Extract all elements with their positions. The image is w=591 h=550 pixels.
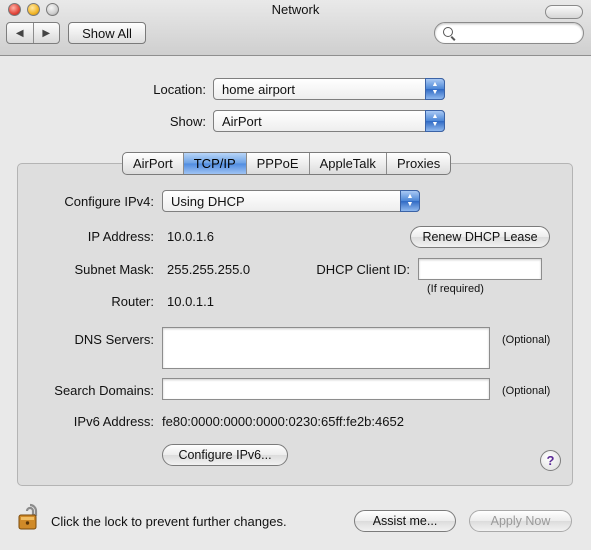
- question-mark-icon: ?: [546, 453, 555, 468]
- router-label: Router:: [111, 294, 154, 309]
- assist-me-button[interactable]: Assist me...: [354, 510, 456, 532]
- dns-optional-note: (Optional): [502, 334, 551, 346]
- popup-arrows-icon: ▲ ▼: [425, 78, 445, 100]
- configure-ipv4-label: Configure IPv4:: [64, 194, 154, 209]
- ipv6-address-value: fe80:0000:0000:0000:0230:65ff:fe2b:4652: [162, 414, 404, 429]
- ip-address-value: 10.0.1.6: [167, 229, 214, 244]
- back-forward-control: ◀ ▶: [6, 22, 60, 44]
- tab-airport[interactable]: AirPort: [123, 153, 184, 174]
- tab-appletalk[interactable]: AppleTalk: [310, 153, 387, 174]
- location-value: home airport: [222, 81, 295, 97]
- tab-proxies[interactable]: Proxies: [387, 153, 450, 174]
- location-label: Location:: [153, 82, 206, 97]
- search-domains-label: Search Domains:: [54, 383, 154, 398]
- forward-arrow-icon[interactable]: ▶: [34, 23, 60, 43]
- network-preferences-window: Network ◀ ▶ Show All Location: home airp…: [0, 0, 591, 550]
- router-value: 10.0.1.1: [167, 294, 214, 309]
- dhcp-client-id-field[interactable]: [418, 258, 542, 280]
- tab-tcpip[interactable]: TCP/IP: [183, 153, 247, 174]
- back-arrow-icon[interactable]: ◀: [7, 23, 34, 43]
- apply-now-button[interactable]: Apply Now: [469, 510, 572, 532]
- search-field[interactable]: [434, 22, 584, 44]
- renew-dhcp-lease-button[interactable]: Renew DHCP Lease: [410, 226, 550, 248]
- show-label: Show:: [169, 114, 206, 129]
- toolbar: Network ◀ ▶ Show All: [0, 0, 591, 56]
- dhcp-client-id-label: DHCP Client ID:: [316, 262, 410, 277]
- configure-ipv4-popup[interactable]: Using DHCP ▲ ▼: [162, 190, 420, 212]
- magnifying-glass-icon: [443, 27, 453, 37]
- configure-ipv4-value: Using DHCP: [171, 193, 245, 209]
- subnet-mask-label: Subnet Mask:: [74, 262, 155, 277]
- subnet-mask-value: 255.255.255.0: [167, 262, 251, 277]
- show-all-button[interactable]: Show All: [68, 22, 146, 44]
- popup-arrows-icon: ▲ ▼: [425, 110, 445, 132]
- location-popup[interactable]: home airport ▲ ▼: [213, 78, 445, 100]
- dns-servers-field[interactable]: [162, 327, 490, 369]
- ip-address-label: IP Address:: [87, 229, 154, 244]
- show-value: AirPort: [222, 113, 262, 129]
- tab-bar: AirPort TCP/IP PPPoE AppleTalk Proxies: [122, 152, 452, 175]
- tab-pppoe[interactable]: PPPoE: [247, 153, 310, 174]
- configure-ipv6-button[interactable]: Configure IPv6...: [162, 444, 288, 466]
- show-popup[interactable]: AirPort ▲ ▼: [213, 110, 445, 132]
- search-domains-field[interactable]: [162, 378, 490, 400]
- lock-icon[interactable]: [16, 502, 44, 532]
- ipv6-address-label: IPv6 Address:: [73, 414, 154, 429]
- search-domains-optional-note: (Optional): [502, 385, 551, 397]
- popup-arrows-icon: ▲ ▼: [400, 190, 420, 212]
- toolbar-toggle-button[interactable]: [545, 5, 583, 19]
- window-title: Network: [271, 2, 320, 17]
- if-required-note: (If required): [427, 283, 484, 295]
- help-button[interactable]: ?: [540, 450, 561, 471]
- dns-servers-label: DNS Servers:: [74, 332, 154, 347]
- lock-message: Click the lock to prevent further change…: [51, 514, 287, 529]
